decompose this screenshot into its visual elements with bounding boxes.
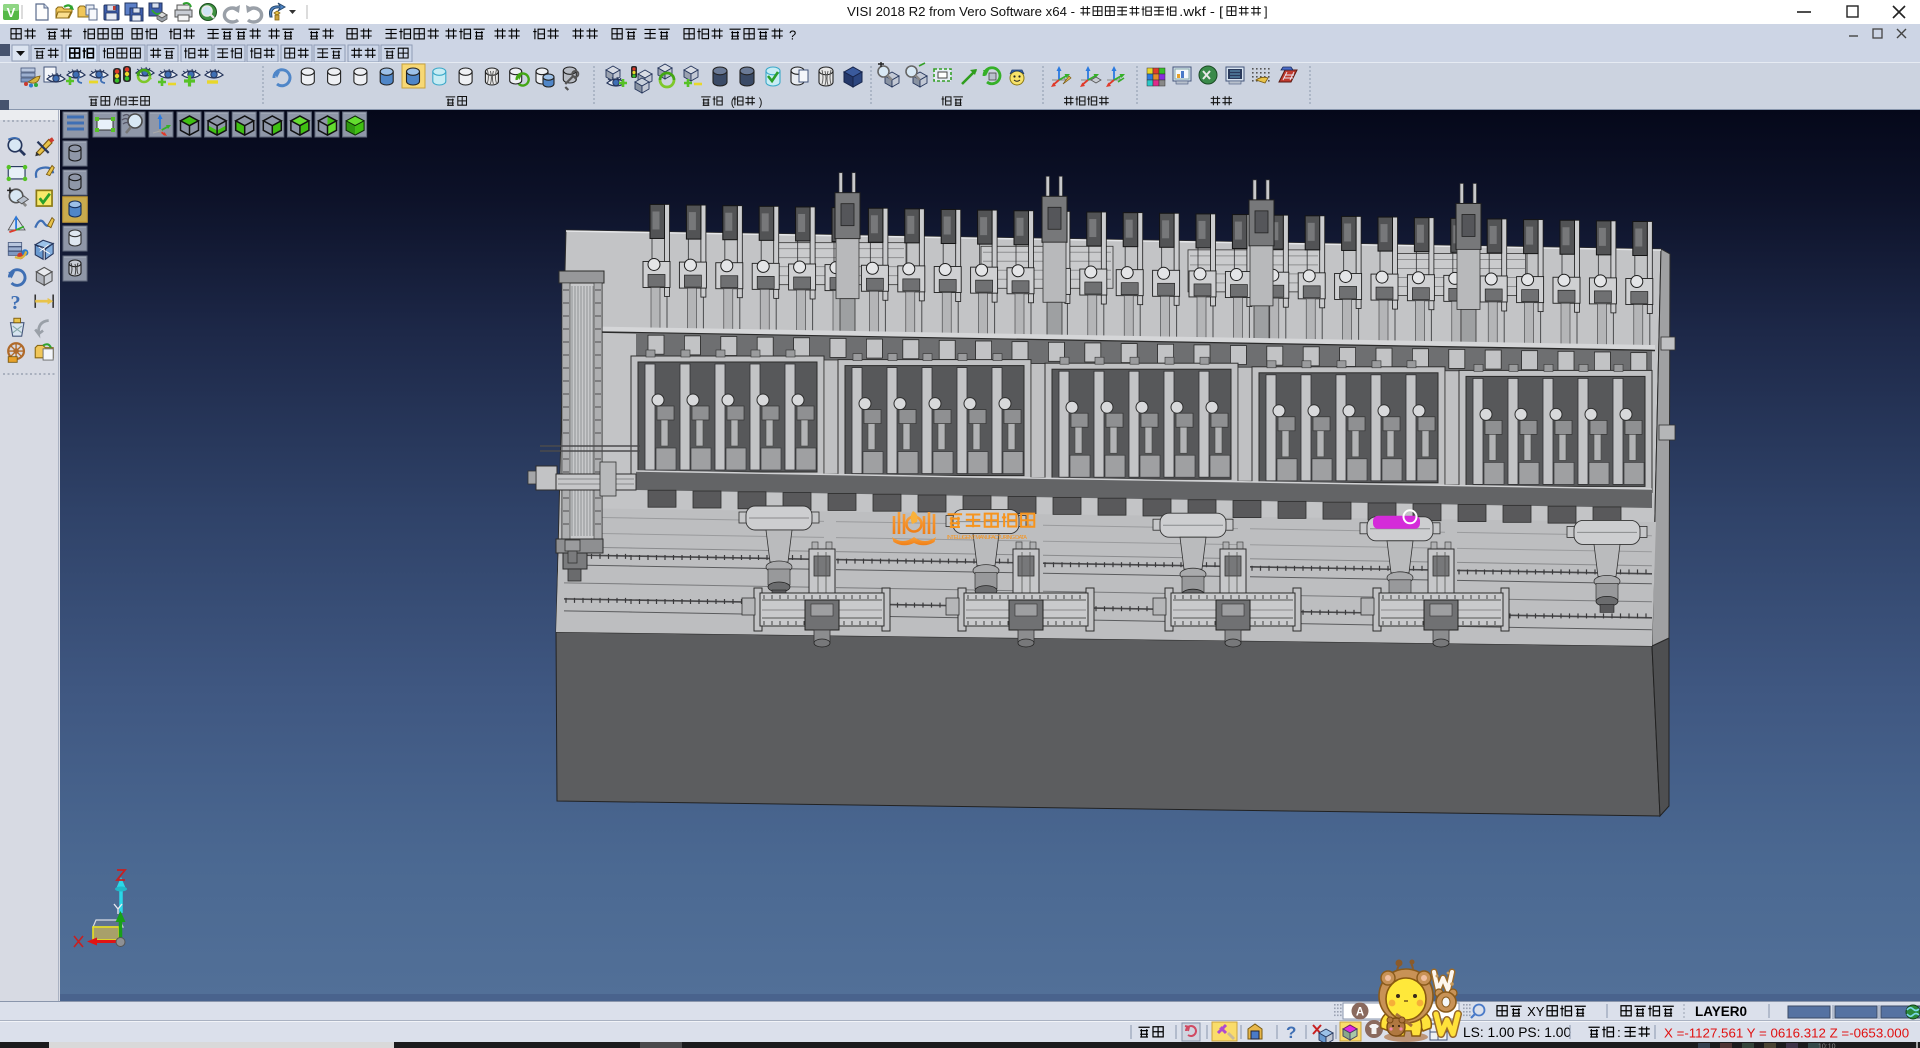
svg-text:?: ?	[1286, 1023, 1296, 1042]
svg-text:LS: 1.00 PS: 1.00: LS: 1.00 PS: 1.00	[1463, 1025, 1571, 1040]
svg-text:INTELLIGENT MANUFACTURING DATA: INTELLIGENT MANUFACTURING DATA	[947, 535, 1027, 541]
svg-text:10:10: 10:10	[1818, 1044, 1836, 1048]
svg-text:.wkf - [: .wkf - [	[1179, 4, 1223, 19]
svg-text:A: A	[1356, 1007, 1364, 1019]
svg-text:V: V	[7, 5, 16, 20]
svg-text:XY: XY	[1527, 1004, 1545, 1019]
svg-text:(: (	[731, 97, 735, 109]
svg-text::: :	[1617, 1025, 1621, 1040]
svg-text:?: ?	[789, 28, 796, 43]
svg-text:]: ]	[1264, 4, 1268, 19]
svg-text:VISI 2018 R2 from Vero Softwar: VISI 2018 R2 from Vero Software x64 -	[847, 4, 1075, 19]
svg-text:): )	[759, 97, 763, 109]
svg-text:?: ?	[10, 292, 20, 314]
svg-text:X =-1127.561 Y = 0616.312 Z =-: X =-1127.561 Y = 0616.312 Z =-0653.000	[1664, 1026, 1909, 1041]
svg-text:LAYER0: LAYER0	[1695, 1004, 1747, 1019]
